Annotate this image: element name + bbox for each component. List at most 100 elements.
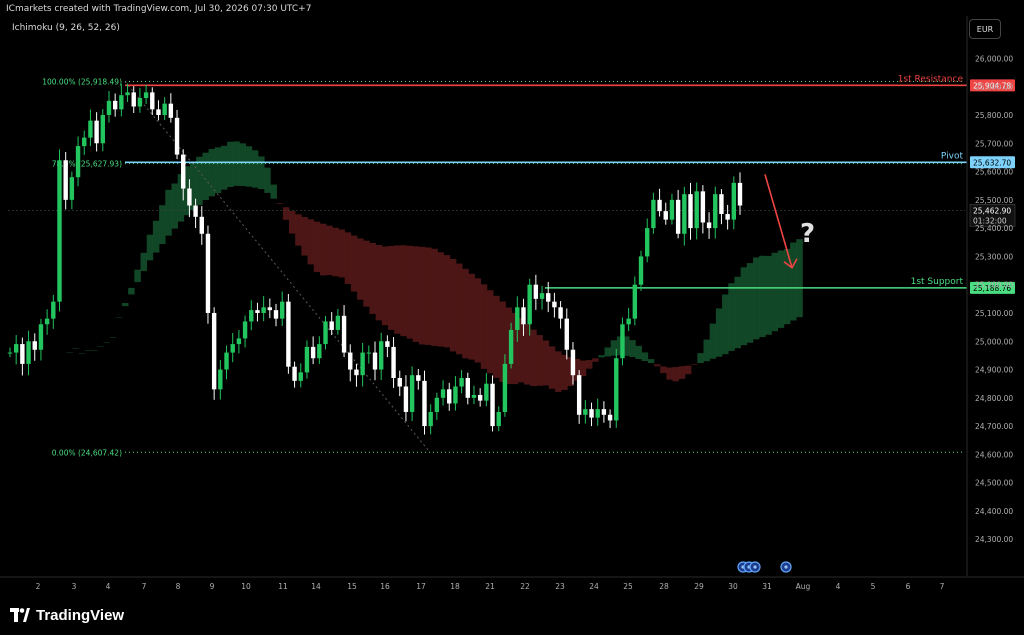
cloud-segment [412, 246, 420, 342]
candle-body [317, 344, 322, 359]
tradingview-icon [10, 608, 30, 622]
price-tick-label: 25,800.00 [975, 111, 1013, 120]
cloud-segment [548, 346, 556, 389]
level-label: Pivot [941, 151, 964, 161]
candle-body [267, 307, 273, 311]
currency-button[interactable]: EUR [969, 19, 1001, 39]
candle-body [440, 389, 446, 398]
cloud-segment [746, 263, 754, 343]
cloud-segment [715, 308, 723, 357]
cloud-segment [115, 317, 123, 318]
candle-body [663, 211, 668, 220]
price-tick-label: 24,300.00 [975, 535, 1013, 544]
cloud-segment [555, 351, 562, 392]
time-tick-label: 31 [762, 582, 772, 591]
cloud-segment [431, 248, 438, 346]
candle-body [521, 307, 526, 325]
time-tick-label: 25 [623, 582, 633, 591]
candle-body [280, 301, 285, 319]
candle-body [205, 233, 211, 313]
level-price-label: 25,632.70 [973, 158, 1011, 167]
tradingview-logo[interactable]: TradingView [10, 604, 124, 626]
cloud-segment [635, 345, 642, 360]
cloud-segment [270, 184, 277, 199]
indicator-legend[interactable]: Ichimoku (9, 26, 52, 26) [12, 23, 120, 33]
candle-body [341, 315, 347, 353]
candle-body [236, 338, 242, 345]
candle-body [576, 375, 582, 415]
time-tick-label: 5 [871, 582, 876, 591]
candle-body [378, 341, 384, 370]
cloud-segment [796, 239, 803, 318]
cloud-segment [97, 345, 104, 347]
cloud-segment [239, 143, 247, 187]
price-tick-label: 24,900.00 [975, 366, 1013, 375]
candle-body [372, 352, 378, 370]
candle-body [211, 312, 217, 390]
time-tick-label: 8 [176, 582, 181, 591]
cloud-segment [641, 352, 649, 362]
candle-body [119, 95, 124, 110]
candle-body [156, 109, 161, 115]
candle-body [533, 284, 539, 299]
cloud-segment [295, 214, 302, 246]
candle-body [69, 177, 75, 200]
cloud-segment [171, 183, 178, 229]
price-tick-label: 25,400.00 [975, 224, 1013, 233]
cloud-segment [647, 359, 655, 364]
cloud-segment [387, 246, 395, 330]
price-tick-label: 26,000.00 [975, 54, 1013, 63]
cloud-segment [666, 367, 673, 380]
cloud-segment [684, 365, 692, 375]
level-label: 1st Resistance [898, 74, 964, 84]
candle-body [162, 103, 167, 115]
candle-body [181, 154, 186, 189]
cloud-segment [530, 329, 537, 387]
candle-body [38, 324, 44, 350]
cloud-segment [264, 167, 271, 193]
candle-body [218, 369, 223, 390]
cloud-segment [78, 353, 86, 355]
cloud-segment [777, 250, 785, 328]
price-tick-label: 24,400.00 [975, 507, 1013, 516]
candle-body [694, 191, 699, 229]
candle-body [583, 409, 588, 415]
tradingview-wordmark: TradingView [36, 606, 125, 624]
candle-body [719, 194, 724, 214]
candle-body [193, 205, 198, 217]
cloud-segment [245, 146, 253, 187]
price-tick-label: 25,300.00 [975, 252, 1013, 261]
time-tick-label: 24 [589, 582, 599, 591]
fib-label: 78.6% (25,627.93) [52, 160, 122, 169]
candle-body [638, 256, 644, 285]
cloud-segment [579, 360, 587, 377]
cloud-segment [121, 303, 129, 307]
candle-body [323, 321, 328, 345]
time-tick-label: 15 [347, 582, 357, 591]
cloud-segment [282, 207, 290, 220]
cloud-segment [319, 223, 327, 276]
time-tick-label: 30 [728, 582, 738, 591]
fib-label: 100.00% (25,918.49) [42, 77, 122, 86]
candle-body [477, 394, 483, 401]
candle-body [490, 383, 495, 427]
candle-body [131, 92, 136, 107]
candle-body [88, 120, 93, 138]
candle-body [453, 386, 458, 404]
cloud-segment [103, 342, 110, 343]
candle-body [706, 222, 712, 229]
candle-body [249, 310, 254, 322]
candle-body [304, 346, 310, 373]
candle-body [13, 344, 19, 353]
cloud-segment [375, 244, 383, 321]
time-tick-label: 2 [36, 582, 41, 591]
candle-body [682, 194, 687, 234]
candle-body [310, 346, 316, 359]
candle-body [657, 199, 662, 212]
cloud-segment [740, 267, 748, 346]
candle-body [614, 358, 619, 421]
candle-body [700, 191, 706, 223]
price-chart[interactable]: 100.00% (25,918.49) 78.6% (25,627.93) 0.00… [0, 0, 1024, 635]
candle-body [106, 100, 112, 115]
candle-body [360, 352, 365, 376]
